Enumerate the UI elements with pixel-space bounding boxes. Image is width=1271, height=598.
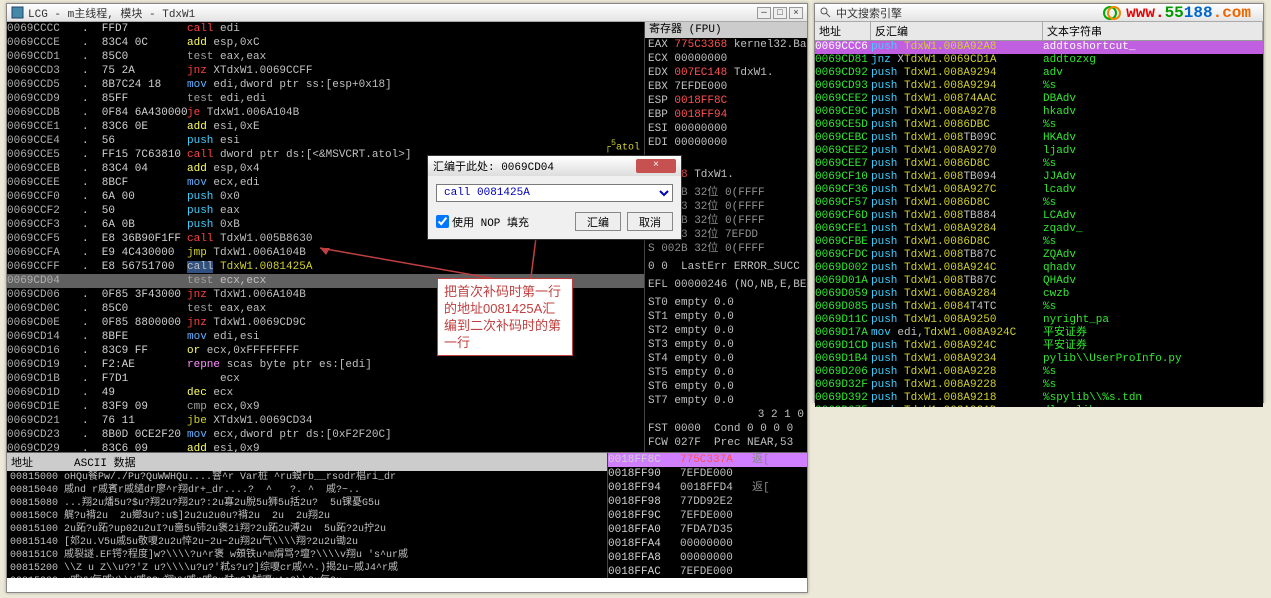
xref-row[interactable]: 0069D17Amov edi,TdxW1.008A924C平安证券 — [815, 327, 1263, 340]
xref-row[interactable]: 0069CD93push TdxW1.008A9294%s — [815, 80, 1263, 93]
close-button[interactable]: × — [789, 7, 803, 19]
xref-row[interactable]: 0069CEBCpush TdxW1.008TB09CHKAdv — [815, 132, 1263, 145]
xref-col-dis[interactable]: 反汇编 — [871, 22, 1043, 40]
disasm-row[interactable]: 0069CCDB. 0F84 6A430000je TdxW1.006A104B — [7, 106, 644, 120]
assemble-cancel-button[interactable]: 取消 — [627, 212, 673, 231]
disasm-row[interactable]: 0069CD1D. 49dec ecx — [7, 386, 644, 400]
stack-row[interactable]: 0018FF9C7EFDE000 — [608, 509, 807, 523]
xref-col-addr[interactable]: 地址 — [815, 22, 871, 40]
xref-row[interactable]: 0069CF57push TdxW1.0086D8C%s — [815, 197, 1263, 210]
disasm-row[interactable]: 0069CD1E. 83F9 09cmp ecx,0x9 — [7, 400, 644, 414]
debugger-window: LCG - m主线程, 模块 - TdxW1 ─ □ × ┌5atol0069C… — [6, 3, 808, 593]
app-icon — [11, 6, 24, 19]
minimize-button[interactable]: ─ — [757, 7, 771, 19]
search-engine-window: 中文搜索引擎 地址 反汇编 文本字符串 0069CCC6push TdxW1.0… — [814, 3, 1264, 403]
nop-fill-checkbox[interactable]: 使用 NOP 填充 — [436, 214, 569, 230]
xref-row[interactable]: 0069CE9Cpush TdxW1.008A9278hkadv — [815, 106, 1263, 119]
disasm-row[interactable]: 0069CCCC. FFD7call edi — [7, 22, 644, 36]
search-icon — [819, 6, 832, 19]
disasm-row[interactable]: 0069CCFA. E9 4C430000jmp TdxW1.006A104B — [7, 246, 644, 260]
disasm-row[interactable]: 0069CD21. 76 11jbe XTdxW1.0069CD34 — [7, 414, 644, 428]
xref-row[interactable]: 0069D059push TdxW1.008A9284cwzb — [815, 288, 1263, 301]
xref-col-text[interactable]: 文本字符串 — [1043, 22, 1263, 40]
main-title: LCG - m主线程, 模块 - TdxW1 — [28, 5, 757, 21]
xref-row[interactable]: 0069D206push TdxW1.008A9228%s — [815, 366, 1263, 379]
maximize-button[interactable]: □ — [773, 7, 787, 19]
stack-row[interactable]: 0018FFA400000000 — [608, 537, 807, 551]
dump-col-addr: 地址 — [11, 454, 74, 470]
xref-row[interactable]: 0069CF36push TdxW1.008A927Clcadv — [815, 184, 1263, 197]
disasm-row[interactable]: 0069CD23. 8B0D 0CE2F20mov ecx,dword ptr … — [7, 428, 644, 442]
disasm-row[interactable]: 0069CD29. 83C6 09add esi,0x9 — [7, 442, 644, 452]
assemble-ok-button[interactable]: 汇编 — [575, 212, 621, 231]
stack-row[interactable]: 0018FF907EFDE000 — [608, 467, 807, 481]
xref-row[interactable]: 0069D32Fpush TdxW1.008A9228%s — [815, 379, 1263, 392]
assemble-dialog: 汇编于此处: 0069CD04 × call 0081425A 使用 NOP 填… — [427, 155, 682, 240]
xref-row[interactable]: 0069CF6Dpush TdxW1.008TB884LCAdv — [815, 210, 1263, 223]
xref-row[interactable]: 0069CFE1push TdxW1.008A9284zqadv_ — [815, 223, 1263, 236]
xref-row[interactable]: 0069CEE7push TdxW1.0086D8C%s — [815, 158, 1263, 171]
dump-col-data: ASCII 数据 — [74, 454, 136, 470]
disasm-row[interactable]: 0069CCD5. 8B7C24 18mov edi,dword ptr ss:… — [7, 78, 644, 92]
disasm-row[interactable]: 0069CCD1. 85C0test eax,eax — [7, 50, 644, 64]
stack-row[interactable]: 0018FFA07FDA7D35 — [608, 523, 807, 537]
xref-row[interactable]: 0069CEE2push TdxW1.008A9270ljadv — [815, 145, 1263, 158]
xref-row[interactable]: 0069CFDCpush TdxW1.008TB87CZQAdv — [815, 249, 1263, 262]
xref-row[interactable]: 0069D1B4push TdxW1.008A9234pylib\\UserPr… — [815, 353, 1263, 366]
dialog-title: 汇编于此处: 0069CD04 — [433, 158, 636, 174]
stack-row[interactable]: 0018FFA800000000 — [608, 551, 807, 565]
stack-row[interactable]: 0018FF8C775C337A返[ — [608, 453, 807, 467]
annotation-note: 把首次补码时第一行的地址0081425A汇编到二次补码时的第一行 — [437, 278, 573, 356]
disasm-row[interactable]: 0069CCD9. 85FFtest edi,edi — [7, 92, 644, 106]
xref-row[interactable]: 0069CD81jnz XTdxW1.0069CD1Aaddtozxg — [815, 54, 1263, 67]
xref-row[interactable]: 0069D085push TdxW1.0084T4TC%s — [815, 301, 1263, 314]
watermark: www.55188.com — [1102, 4, 1251, 22]
xref-columns: 地址 反汇编 文本字符串 — [815, 22, 1263, 41]
disasm-row[interactable]: 0069CCE4. 56push esi — [7, 134, 644, 148]
xref-row[interactable]: 0069D01Apush TdxW1.008TB87CQHAdv — [815, 275, 1263, 288]
disasm-row[interactable]: 0069CCFF. E8 56751700call TdxW1.0081425A — [7, 260, 644, 274]
disasm-row[interactable]: 0069CCD3. 75 2Ajnz XTdxW1.0069CCFF — [7, 64, 644, 78]
stack-row[interactable]: 0018FF9877DD92E2 — [608, 495, 807, 509]
stack-row[interactable]: 0018FF940018FFD4返[ — [608, 481, 807, 495]
dialog-close-button[interactable]: × — [636, 159, 676, 173]
xref-row[interactable]: 0069D392push TdxW1.008A9218%spylib\\%s.t… — [815, 392, 1263, 405]
xref-row[interactable]: 0069CD92push TdxW1.008A9294adv — [815, 67, 1263, 80]
xref-row[interactable]: 0069D1CDpush TdxW1.008A924C平安证券 — [815, 340, 1263, 353]
stack-pane[interactable]: 0018FF8C775C337A返[0018FF907EFDE0000018FF… — [607, 453, 807, 578]
registers-header: 寄存器 (FPU) — [645, 22, 807, 38]
dump-body: 00815000 oHQu餐Pw/./Pu?QuWWHQu....窨^r Var… — [7, 471, 607, 578]
xref-row[interactable]: 0069CF10push TdxW1.008TB094JJAdv — [815, 171, 1263, 184]
xref-row[interactable]: 0069CEE2push TdxW1.00874AACDBAdv — [815, 93, 1263, 106]
xref-row[interactable]: 0069D002push TdxW1.008A924Cqhadv — [815, 262, 1263, 275]
assemble-input[interactable]: call 0081425A — [436, 184, 673, 202]
xref-body[interactable]: 0069CCC6push TdxW1.008A92A8addtoshortcut… — [815, 41, 1263, 407]
hexdump-pane[interactable]: 地址 ASCII 数据 00815000 oHQu餐Pw/./Pu?QuWWHQ… — [7, 453, 607, 578]
xref-row[interactable]: 0069CE5Dpush TdxW1.0086DBC%s — [815, 119, 1263, 132]
dialog-titlebar[interactable]: 汇编于此处: 0069CD04 × — [428, 156, 681, 176]
xref-row[interactable]: 0069CFBEpush TdxW1.0086D8C%s — [815, 236, 1263, 249]
disasm-row[interactable]: 0069CD1B. F7D1 ecx — [7, 372, 644, 386]
main-titlebar[interactable]: LCG - m主线程, 模块 - TdxW1 ─ □ × — [7, 4, 807, 22]
stack-row[interactable]: 0018FFAC7EFDE000 — [608, 565, 807, 578]
disasm-row[interactable]: 0069CCCE. 83C4 0Cadd esp,0xC — [7, 36, 644, 50]
disasm-row[interactable]: 0069CCE1. 83C6 0Eadd esi,0xE — [7, 120, 644, 134]
xref-row[interactable]: 0069D11Cpush TdxW1.008A9250nyright_pa — [815, 314, 1263, 327]
window-controls: ─ □ × — [757, 7, 803, 19]
xref-row[interactable]: 0069D675push TdxW1.008A921Ddlgpylib_ — [815, 405, 1263, 407]
disasm-row[interactable]: 0069CD19. F2:AErepne scas byte ptr es:[e… — [7, 358, 644, 372]
xref-row[interactable]: 0069CCC6push TdxW1.008A92A8addtoshortcut… — [815, 41, 1263, 54]
